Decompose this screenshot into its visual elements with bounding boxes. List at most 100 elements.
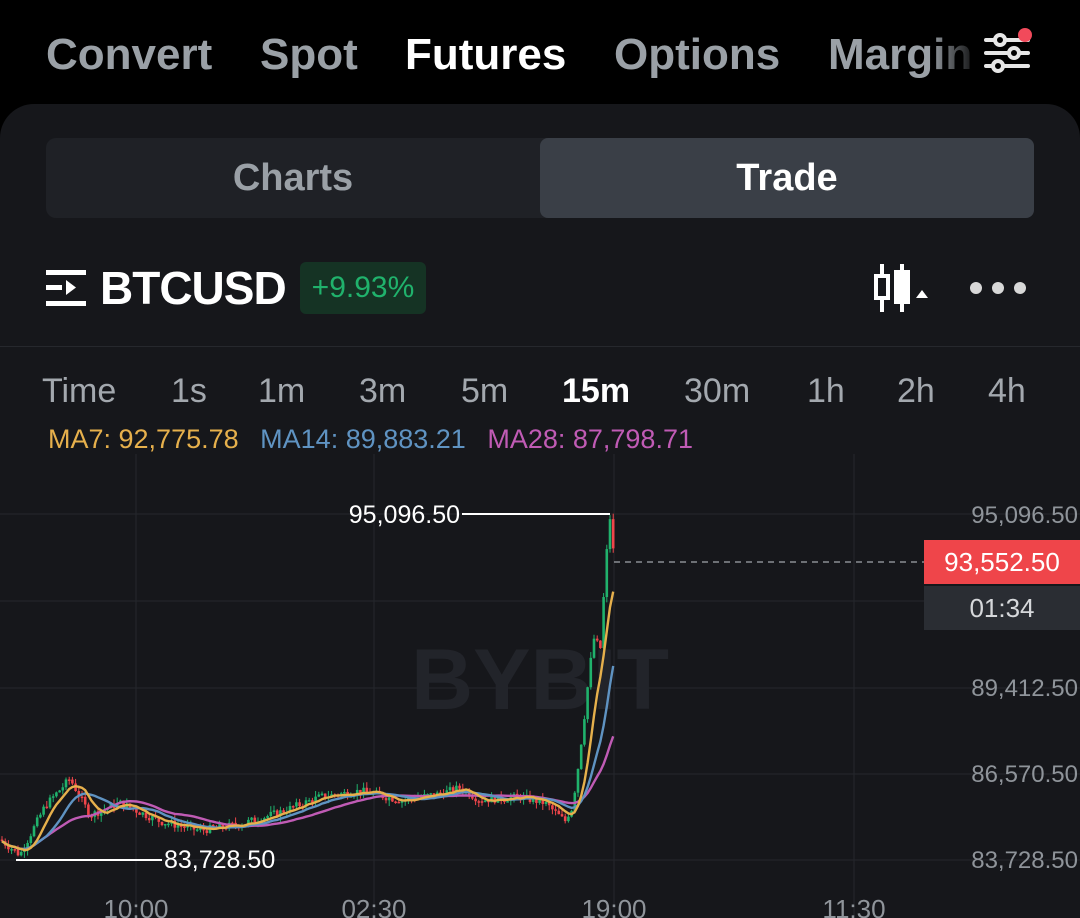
candle-body xyxy=(458,785,461,789)
price-chart[interactable]: BYBIT 95,096.50 83,728.50 95,096.50 89,4… xyxy=(0,454,1080,918)
candle-body xyxy=(167,823,170,826)
tabs-fade xyxy=(930,20,980,90)
candle-body xyxy=(272,810,276,812)
x-tick-2: 02:30 xyxy=(341,894,406,918)
y-tick-3: 86,570.50 xyxy=(971,761,1078,788)
candle-body xyxy=(32,826,36,837)
candle-body xyxy=(483,800,487,802)
high-price-label: 95,096.50 xyxy=(349,501,460,529)
candle-body xyxy=(295,802,298,807)
candle-body xyxy=(87,804,90,817)
current-price-value: 93,552.50 xyxy=(944,547,1060,577)
price-change-badge: +9.93% xyxy=(299,262,427,314)
candle-body xyxy=(42,806,45,815)
candle-body xyxy=(599,640,602,649)
candle-body xyxy=(19,851,23,856)
candle-body xyxy=(343,791,346,794)
candle-body xyxy=(39,814,42,818)
interval-2h[interactable]: 2h xyxy=(897,372,935,411)
market-type-tabs: Convert Spot Futures Options Margin xyxy=(0,0,1080,104)
candle-body xyxy=(253,817,257,823)
more-options-icon[interactable] xyxy=(968,276,1028,300)
candle-body xyxy=(48,797,52,808)
y-tick-2: 89,412.50 xyxy=(971,675,1078,702)
interval-5m[interactable]: 5m xyxy=(461,372,508,411)
ma7-label: MA7: 92,775.78 xyxy=(48,424,239,454)
filter-settings-button[interactable] xyxy=(980,26,1034,80)
candle-body xyxy=(163,824,167,826)
candle-body xyxy=(195,829,199,831)
candle-body xyxy=(579,744,583,769)
candle-body xyxy=(71,779,74,784)
interval-1s[interactable]: 1s xyxy=(171,372,207,411)
candle-body xyxy=(480,801,484,803)
candle-body xyxy=(544,801,548,804)
candle-body xyxy=(471,796,474,799)
y-tick-1: 95,096.50 xyxy=(971,502,1078,529)
candle-body xyxy=(384,798,388,801)
candle-body xyxy=(589,657,593,688)
candle-body xyxy=(576,768,580,793)
candle-body xyxy=(560,814,564,817)
candle-body xyxy=(58,790,61,793)
futures-panel: Charts Trade BTCUSD +9.93% Time 1s 1m 3m… xyxy=(0,104,1080,918)
interval-time[interactable]: Time xyxy=(42,372,116,411)
candle-body xyxy=(80,796,84,799)
interval-1h[interactable]: 1h xyxy=(807,372,845,411)
candle-body xyxy=(608,519,612,550)
candle-body xyxy=(397,801,401,804)
segment-charts[interactable]: Charts xyxy=(46,138,540,218)
candle-body xyxy=(205,830,209,833)
candle-body xyxy=(394,801,397,804)
tab-convert[interactable]: Convert xyxy=(46,30,212,80)
x-tick-3: 19:00 xyxy=(581,894,646,918)
view-segment-control: Charts Trade xyxy=(46,138,1034,218)
low-price-label: 83,728.50 xyxy=(164,846,275,874)
ma28-line xyxy=(1,735,615,851)
candle-body xyxy=(138,812,141,815)
candle-body xyxy=(250,817,253,820)
tab-spot[interactable]: Spot xyxy=(260,30,358,80)
candle-body xyxy=(474,798,477,802)
menu-icon[interactable] xyxy=(46,268,88,308)
symbol-header: BTCUSD +9.93% xyxy=(46,260,427,316)
candle-body xyxy=(317,794,321,797)
candle-body xyxy=(51,796,55,798)
candle-body xyxy=(307,800,311,802)
candle-body xyxy=(55,792,58,797)
interval-15m[interactable]: 15m xyxy=(562,372,630,411)
candle-body xyxy=(551,805,554,810)
segment-trade[interactable]: Trade xyxy=(540,138,1034,218)
candle-body xyxy=(29,836,33,843)
candlestick-type-icon[interactable] xyxy=(870,262,930,314)
candle-body xyxy=(387,797,391,801)
candle-body xyxy=(291,806,295,808)
candle-body xyxy=(83,796,87,805)
tab-futures[interactable]: Futures xyxy=(405,30,566,80)
tab-options[interactable]: Options xyxy=(614,30,780,80)
interval-4h[interactable]: 4h xyxy=(988,372,1026,411)
candle-body xyxy=(160,821,164,826)
candle-body xyxy=(141,812,145,815)
candle-body xyxy=(592,638,596,658)
candle-body xyxy=(506,801,509,803)
interval-1m[interactable]: 1m xyxy=(258,372,305,411)
interval-selector: Time 1s 1m 3m 5m 15m 30m 1h 2h 4h xyxy=(0,372,1080,418)
y-tick-4: 83,728.50 xyxy=(971,847,1078,874)
header-divider xyxy=(0,346,1080,347)
candle-body xyxy=(16,849,20,856)
notification-dot xyxy=(1018,28,1032,42)
candle-body xyxy=(477,801,481,803)
candle-body xyxy=(583,719,586,745)
interval-30m[interactable]: 30m xyxy=(684,372,750,411)
interval-3m[interactable]: 3m xyxy=(359,372,406,411)
symbol-name[interactable]: BTCUSD xyxy=(100,261,287,315)
candle-body xyxy=(13,849,17,851)
candle-body xyxy=(67,779,71,781)
candle-body xyxy=(266,816,269,819)
candle-body xyxy=(429,793,433,795)
candle-body xyxy=(563,816,567,822)
candle-body xyxy=(611,519,615,549)
ma28-label: MA28: 87,798.71 xyxy=(487,424,693,454)
candle-body xyxy=(151,815,154,821)
